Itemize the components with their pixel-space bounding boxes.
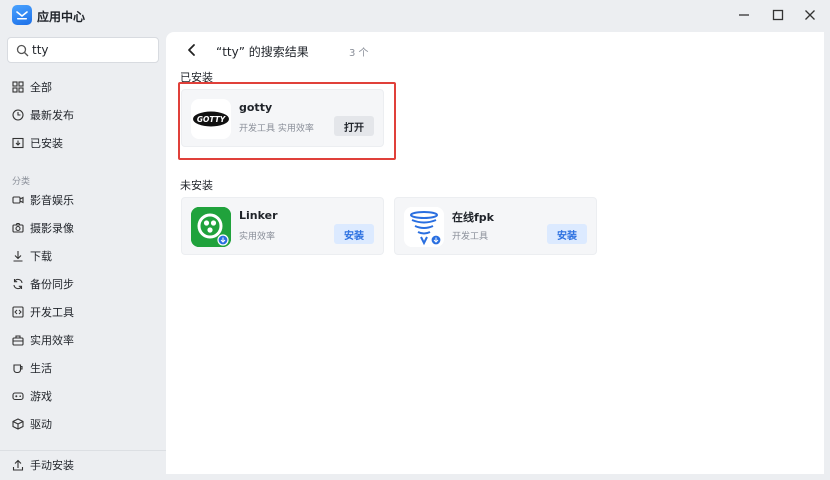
sidebar-item-manual-install[interactable]: 手动安装 bbox=[8, 453, 158, 477]
gamepad-icon bbox=[12, 390, 24, 402]
sidebar-item-utility[interactable]: 实用效率 bbox=[8, 328, 158, 352]
upload-icon bbox=[12, 459, 24, 471]
chevron-left-icon bbox=[188, 44, 195, 56]
camera-icon bbox=[12, 222, 24, 234]
sidebar-item-label: 下载 bbox=[30, 250, 52, 263]
minimize-button[interactable] bbox=[731, 4, 757, 26]
back-button[interactable] bbox=[184, 42, 200, 58]
sidebar-item-installed[interactable]: 已安装 bbox=[8, 131, 158, 155]
app-name: 在线fpk bbox=[452, 211, 494, 224]
close-icon bbox=[805, 10, 815, 20]
sidebar-item-label: 备份同步 bbox=[30, 278, 74, 291]
app-categories: 实用效率 bbox=[239, 232, 276, 242]
code-icon bbox=[12, 306, 24, 318]
minimize-icon bbox=[739, 14, 749, 16]
maximize-icon bbox=[772, 9, 784, 21]
linker-icon bbox=[191, 207, 231, 247]
sync-icon bbox=[12, 278, 24, 290]
toolbox-icon bbox=[12, 334, 24, 346]
search-result-title: “tty” 的搜索结果 bbox=[216, 45, 309, 59]
sidebar-item-games[interactable]: 游戏 bbox=[8, 384, 158, 408]
not-installed-section-title: 未安装 bbox=[180, 179, 213, 192]
funnel-icon bbox=[404, 207, 444, 247]
sidebar-divider bbox=[0, 450, 166, 451]
sidebar-item-label: 手动安装 bbox=[30, 459, 74, 472]
sidebar-item-latest[interactable]: 最新发布 bbox=[8, 103, 158, 127]
sidebar-item-label: 全部 bbox=[30, 81, 52, 94]
sidebar-item-label: 摄影录像 bbox=[30, 222, 74, 235]
close-button[interactable] bbox=[797, 4, 823, 26]
video-camera-icon bbox=[12, 194, 24, 206]
sidebar-item-media[interactable]: 影音娱乐 bbox=[8, 188, 158, 212]
sidebar-item-devtools[interactable]: 开发工具 bbox=[8, 300, 158, 324]
sidebar-item-label: 已安装 bbox=[30, 137, 63, 150]
app-card-linker[interactable]: Linker 实用效率 安装 bbox=[181, 197, 384, 255]
app-window: 应用中心 全部 最新 bbox=[0, 0, 830, 480]
sidebar-item-label: 驱动 bbox=[30, 418, 52, 431]
search-icon bbox=[16, 44, 29, 57]
sidebar-item-all[interactable]: 全部 bbox=[8, 75, 158, 99]
sidebar-item-label: 影音娱乐 bbox=[30, 194, 74, 207]
grid-icon bbox=[12, 81, 24, 93]
sidebar-item-life[interactable]: 生活 bbox=[8, 356, 158, 380]
highlight-box bbox=[178, 82, 396, 160]
sidebar: 全部 最新发布 已安装 分类 影音娱乐 摄影录像 bbox=[0, 32, 166, 480]
search-box[interactable] bbox=[7, 37, 159, 63]
cube-icon bbox=[12, 418, 24, 430]
sidebar-item-label: 游戏 bbox=[30, 390, 52, 403]
sidebar-item-label: 开发工具 bbox=[30, 306, 74, 319]
installed-box-icon bbox=[12, 137, 24, 149]
sidebar-item-download[interactable]: 下载 bbox=[8, 244, 158, 268]
app-card-online-fpk[interactable]: 在线fpk 开发工具 安装 bbox=[394, 197, 597, 255]
sidebar-item-label: 生活 bbox=[30, 362, 52, 375]
app-categories: 开发工具 bbox=[452, 232, 489, 242]
sidebar-item-backup[interactable]: 备份同步 bbox=[8, 272, 158, 296]
clock-icon bbox=[12, 109, 24, 121]
search-input[interactable] bbox=[32, 41, 152, 59]
sidebar-item-label: 最新发布 bbox=[30, 109, 74, 122]
install-button[interactable]: 安装 bbox=[334, 224, 374, 244]
app-name: Linker bbox=[239, 209, 278, 222]
sidebar-item-label: 实用效率 bbox=[30, 334, 74, 347]
cup-icon bbox=[12, 362, 24, 374]
title-bar: 应用中心 bbox=[0, 0, 830, 32]
category-section-label: 分类 bbox=[12, 177, 31, 187]
sidebar-item-drivers[interactable]: 驱动 bbox=[8, 412, 158, 436]
maximize-button[interactable] bbox=[765, 4, 791, 26]
search-result-count: 3 个 bbox=[349, 48, 369, 59]
sidebar-item-photography[interactable]: 摄影录像 bbox=[8, 216, 158, 240]
app-center-logo-icon bbox=[12, 5, 32, 25]
window-title: 应用中心 bbox=[37, 10, 86, 24]
install-button[interactable]: 安装 bbox=[547, 224, 587, 244]
download-icon bbox=[12, 250, 24, 262]
